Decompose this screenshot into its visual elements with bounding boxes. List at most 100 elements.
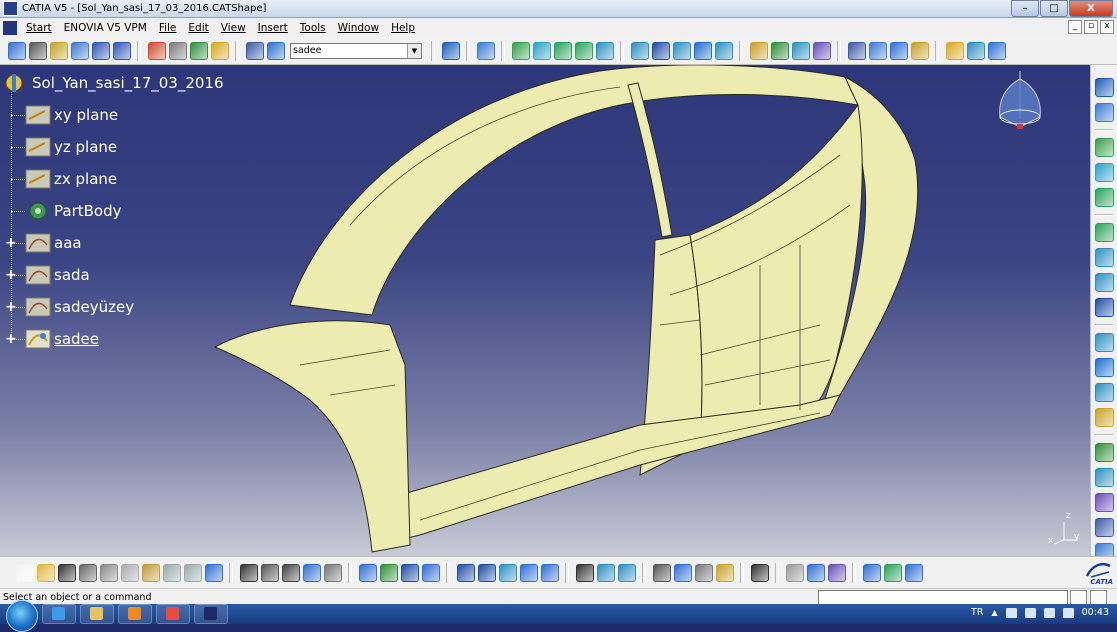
formula-icon[interactable] <box>239 563 258 582</box>
trim-icon[interactable] <box>1094 358 1114 377</box>
line-icon[interactable] <box>1094 138 1114 157</box>
cutting-plane-icon[interactable] <box>1094 518 1114 537</box>
analysis-icon[interactable] <box>812 41 831 60</box>
menu-start[interactable]: Start <box>20 22 58 34</box>
list-icon[interactable] <box>245 41 264 60</box>
save-icon[interactable] <box>57 563 76 582</box>
extract-icon[interactable] <box>1094 383 1114 402</box>
zoom-icon[interactable] <box>210 41 229 60</box>
doc-close-button[interactable]: x <box>1100 20 1114 34</box>
transform-icon[interactable] <box>1094 443 1114 462</box>
sketcher-icon[interactable] <box>476 41 495 60</box>
draft-icon[interactable] <box>945 41 964 60</box>
symmetry-icon[interactable] <box>966 41 985 60</box>
tree-item[interactable]: + aaa <box>0 230 82 256</box>
tray-expand-icon[interactable]: ▲ <box>991 608 997 617</box>
clock[interactable]: 00:43 <box>1082 607 1109 618</box>
tree-item[interactable]: xy plane <box>0 102 118 128</box>
print-icon[interactable] <box>78 563 97 582</box>
rotate-icon[interactable] <box>421 563 440 582</box>
redo-icon[interactable] <box>183 563 202 582</box>
split-icon[interactable] <box>672 41 691 60</box>
tree-item[interactable]: zx plane <box>0 166 117 192</box>
manipulation-icon[interactable] <box>785 563 804 582</box>
fillet-icon[interactable] <box>1094 408 1114 427</box>
trim-icon[interactable] <box>693 41 712 60</box>
current-layer-combo[interactable]: sadee ▼ <box>290 42 422 59</box>
knowledge-icon[interactable] <box>260 563 279 582</box>
cut-icon[interactable] <box>99 563 118 582</box>
pan-icon[interactable] <box>400 563 419 582</box>
tree-item[interactable]: + sadeyüzey <box>0 294 134 320</box>
tree-item[interactable]: + sada <box>0 262 90 288</box>
language-indicator[interactable]: TR <box>971 607 983 618</box>
internet-explorer-task-button[interactable] <box>42 604 76 624</box>
tree-expand-icon[interactable]: + <box>5 236 17 250</box>
file-explorer-task-button[interactable] <box>80 604 114 624</box>
cut-icon[interactable] <box>28 41 47 60</box>
tree-item[interactable]: PartBody <box>0 198 121 224</box>
menu-enovia[interactable]: ENOVIA V5 VPM <box>58 22 153 34</box>
3d-compass-icon[interactable] <box>673 563 692 582</box>
sweep-icon[interactable] <box>1094 223 1114 242</box>
sweep-icon[interactable] <box>574 41 593 60</box>
chevron-down-icon[interactable]: ▼ <box>407 43 421 58</box>
join-icon[interactable] <box>1094 298 1114 317</box>
volume-icon[interactable] <box>1062 607 1074 618</box>
catia-task-task-button[interactable] <box>194 604 228 624</box>
bulb-icon[interactable] <box>715 563 734 582</box>
connect-icon[interactable] <box>910 41 929 60</box>
menu-insert[interactable]: Insert <box>252 22 294 34</box>
hide-show-icon[interactable] <box>596 563 615 582</box>
sketch-icon[interactable] <box>147 41 166 60</box>
tree-expand-icon[interactable]: + <box>5 300 17 314</box>
measure-icon[interactable] <box>868 41 887 60</box>
zoom-out-icon[interactable] <box>477 563 496 582</box>
design-table-icon[interactable] <box>302 563 321 582</box>
chrome-task-button[interactable] <box>156 604 190 624</box>
join-icon[interactable] <box>651 41 670 60</box>
paste-icon[interactable] <box>141 563 160 582</box>
spline-icon[interactable] <box>532 41 551 60</box>
extrapolate-icon[interactable] <box>1094 468 1114 487</box>
whats-this-icon[interactable] <box>204 563 223 582</box>
doc-minimize-button[interactable]: _ <box>1068 20 1082 34</box>
blend-icon[interactable] <box>630 41 649 60</box>
new-icon[interactable] <box>15 563 34 582</box>
menu-view[interactable]: View <box>215 22 252 34</box>
view-icon[interactable] <box>862 563 881 582</box>
blend-icon[interactable] <box>1094 273 1114 292</box>
law-icon[interactable] <box>323 563 342 582</box>
copy-icon[interactable] <box>91 41 110 60</box>
apply-material-icon[interactable] <box>652 563 671 582</box>
update-icon[interactable] <box>7 41 26 60</box>
action-center-icon[interactable] <box>1005 607 1017 618</box>
menu-help[interactable]: Help <box>385 22 421 34</box>
inertia-icon[interactable] <box>889 41 908 60</box>
windows-start-button[interactable] <box>6 600 38 632</box>
text-icon[interactable] <box>1094 78 1114 97</box>
tree-item[interactable]: + sadee <box>0 326 99 352</box>
multi-view-icon[interactable] <box>519 563 538 582</box>
compass-icon[interactable] <box>168 41 187 60</box>
split-icon[interactable] <box>1094 333 1114 352</box>
fill-icon[interactable] <box>1094 248 1114 267</box>
extract-icon[interactable] <box>714 41 733 60</box>
fit-all-icon[interactable] <box>379 563 398 582</box>
tree-item[interactable]: yz plane <box>0 134 117 160</box>
analysis-tools-icon[interactable] <box>904 563 923 582</box>
surface-icon[interactable] <box>1094 188 1114 207</box>
open-icon[interactable] <box>36 563 55 582</box>
fillet-icon[interactable] <box>749 41 768 60</box>
paste-icon[interactable] <box>112 41 131 60</box>
spline-icon[interactable] <box>1094 163 1114 182</box>
menu-window[interactable]: Window <box>332 22 385 34</box>
tree-expand-icon[interactable]: + <box>5 268 17 282</box>
menu-file[interactable]: File <box>153 22 183 34</box>
capture-icon[interactable] <box>750 563 769 582</box>
text-icon[interactable] <box>441 41 460 60</box>
network-icon[interactable] <box>1024 607 1036 618</box>
copy-icon[interactable] <box>120 563 139 582</box>
sketcher-icon[interactable] <box>1094 103 1114 122</box>
line-icon[interactable] <box>511 41 530 60</box>
